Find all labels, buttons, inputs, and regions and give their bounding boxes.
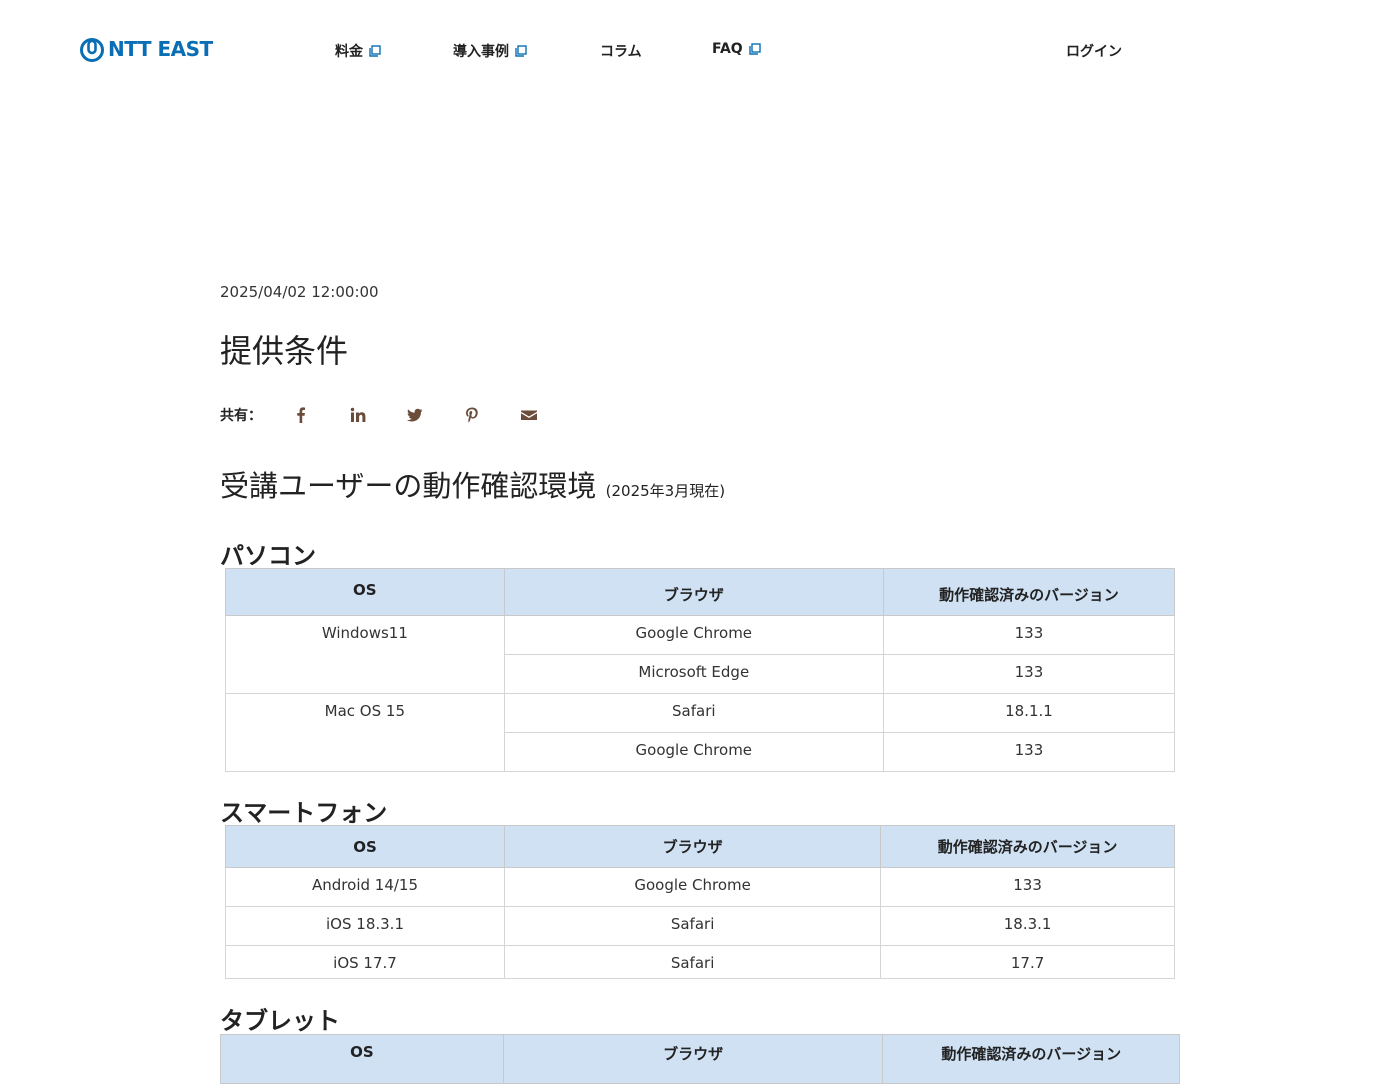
column-header-version: 動作確認済みのバージョン [882,1034,1180,1084]
table-row: iOS 18.3.1 Safari 18.3.1 [224,906,1175,946]
site-header: NTT EAST 料金 導入事例 コラム FAQ ログイン [0,0,1400,100]
ntt-east-logo[interactable]: NTT EAST [80,36,213,62]
page-title: 提供条件 [220,332,349,370]
external-link-icon [369,45,381,57]
table-cell-version: 133 [882,732,1176,772]
ntt-logo-icon [80,38,104,62]
table-cell-version: 133 [880,867,1175,907]
table-cell-os: iOS 18.3.1 [224,906,506,946]
nav-item-label: 導入事例 [453,44,509,60]
column-header-version: 動作確認済みのバージョン [882,568,1176,616]
table-cell-browser: Microsoft Edge [503,654,884,694]
section-title-note: (2025年3月現在) [605,482,726,500]
column-header-os: OS [225,568,505,616]
table-cell-browser: Safari [503,693,884,733]
nav-item-label: 料金 [335,44,363,60]
pinterest-icon[interactable] [461,404,483,426]
table-cell-os: Mac OS 15 [225,693,505,772]
pc-heading: パソコン [220,542,316,570]
external-link-icon [749,43,761,55]
table-cell-version: 18.1.1 [882,693,1176,733]
table-cell-version: 18.3.1 [880,906,1175,946]
table-header-row: OS ブラウザ 動作確認済みのバージョン [225,568,1176,616]
table-row: Mac OS 15 Safari 18.1.1 [225,693,1176,772]
linkedin-icon[interactable] [347,404,369,426]
facebook-icon[interactable] [290,404,312,426]
table-cell-version: 133 [882,654,1176,694]
nav-item-label: FAQ [712,41,743,57]
login-link[interactable]: ログイン [1066,41,1122,61]
smartphone-table: OS ブラウザ 動作確認済みのバージョン Android 14/15 Googl… [224,825,1175,979]
tablet-heading: タブレット [220,1007,340,1035]
table-row: Windows11 Google Chrome 133 [225,615,1176,694]
table-cell-version: 17.7 [880,945,1175,979]
table-cell-browser: Google Chrome [503,732,884,772]
table-cell-os: Android 14/15 [224,867,506,907]
table-cell-browser: Google Chrome [504,867,882,907]
table-row: iOS 17.7 Safari 17.7 [224,945,1175,979]
column-header-browser: ブラウザ [503,568,884,616]
column-header-os: OS [224,825,506,868]
table-header-row: OS ブラウザ 動作確認済みのバージョン [220,1034,1180,1084]
table-header-row: OS ブラウザ 動作確認済みのバージョン [224,825,1175,868]
nav-item-case-studies[interactable]: 導入事例 [453,41,527,61]
nav-item-label: コラム [600,44,642,60]
smartphone-heading: スマートフォン [220,799,388,827]
nav-item-faq[interactable]: FAQ [712,41,761,57]
email-icon[interactable] [518,404,540,426]
pc-table: OS ブラウザ 動作確認済みのバージョン Windows11 Google Ch… [225,568,1176,772]
column-header-version: 動作確認済みのバージョン [880,825,1175,868]
table-cell-browser: Safari [504,945,882,979]
table-cell-version: 133 [882,615,1176,655]
table-cell-browser: Google Chrome [503,615,884,655]
share-label: 共有： [220,408,262,424]
logo-text: NTT EAST [108,37,213,61]
column-header-os: OS [220,1034,504,1084]
article-timestamp: 2025/04/02 12:00:00 [220,283,379,301]
tablet-table: OS ブラウザ 動作確認済みのバージョン [220,1034,1180,1084]
external-link-icon [515,45,527,57]
twitter-icon[interactable] [404,404,426,426]
nav-item-column[interactable]: コラム [600,41,642,61]
table-row: Android 14/15 Google Chrome 133 [224,867,1175,907]
table-cell-browser: Safari [504,906,882,946]
section-title: 受講ユーザーの動作確認環境 (2025年3月現在) [220,463,725,505]
section-title-text: 受講ユーザーの動作確認環境 [220,469,597,503]
table-cell-os: Windows11 [225,615,505,694]
share-bar: 共有： [220,404,575,426]
column-header-browser: ブラウザ [502,1034,884,1084]
column-header-browser: ブラウザ [504,825,882,868]
table-cell-os: iOS 17.7 [224,945,506,979]
nav-item-pricing[interactable]: 料金 [335,41,381,61]
